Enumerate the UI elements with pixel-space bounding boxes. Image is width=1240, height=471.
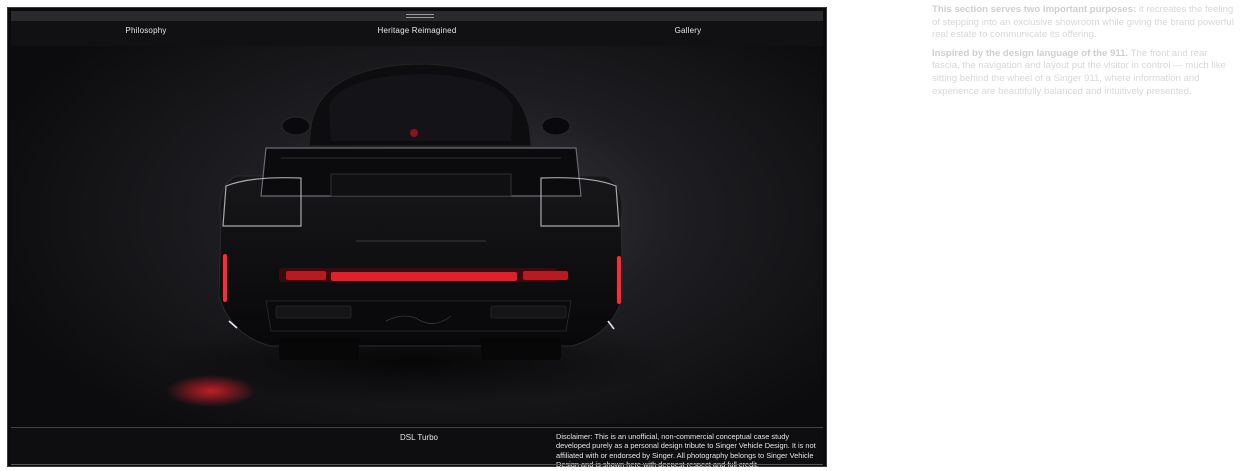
notes-paragraph-2: Inspired by the design language of the 9… (932, 48, 1234, 98)
car-illustration (156, 63, 676, 407)
notes-p1-lead: This section serves two important purpos… (932, 4, 1137, 15)
model-name: DSL Turbo (400, 433, 438, 442)
top-navigation: Philosophy Heritage Reimagined Gallery (11, 21, 823, 46)
hero-car-image (11, 46, 823, 424)
nav-item-heritage-reimagined[interactable]: Heritage Reimagined (378, 26, 457, 35)
notes-p2-lead: Inspired by the design language of the 9… (932, 47, 1129, 59)
notes-paragraph-1: This section serves two important purpos… (932, 4, 1234, 42)
window-top-bar (11, 11, 823, 21)
footer-divider (11, 464, 823, 465)
nav-item-philosophy[interactable]: Philosophy (125, 26, 166, 35)
drag-handle-icon[interactable] (406, 14, 434, 18)
case-study-notes: This section serves two important purpos… (932, 4, 1234, 104)
showroom-mockup: Philosophy Heritage Reimagined Gallery D… (7, 7, 827, 469)
nav-item-gallery[interactable]: Gallery (675, 26, 702, 35)
footer-bar: DSL Turbo Disclaimer: This is an unoffic… (11, 427, 823, 469)
